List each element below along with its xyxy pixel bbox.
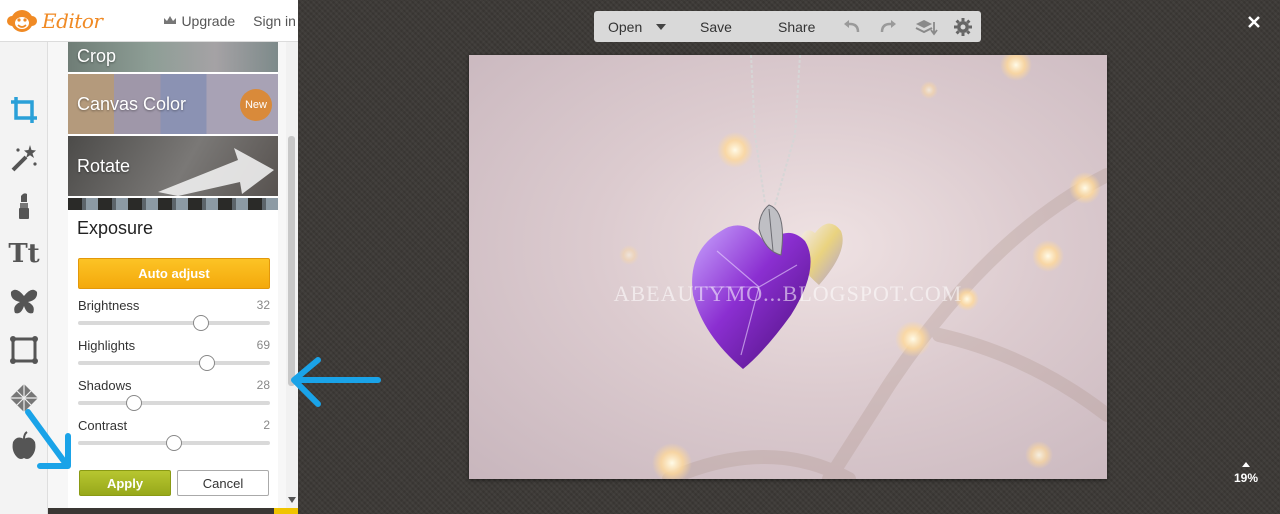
contrast-slider[interactable] — [78, 435, 270, 451]
panel-bottom-accent — [274, 508, 298, 514]
annotation-arrow-left — [25, 409, 71, 469]
effects-tool-button[interactable] — [4, 138, 44, 178]
frame-icon — [10, 336, 38, 364]
shadows-slider[interactable] — [78, 395, 270, 411]
save-button[interactable]: Save — [700, 19, 732, 35]
necklace-photo — [619, 55, 1107, 479]
text-tool-button[interactable]: Tt — [4, 234, 44, 274]
exposure-title: Exposure — [77, 218, 154, 238]
open-button[interactable]: Open — [608, 19, 642, 35]
chevron-up-icon — [1242, 462, 1250, 467]
crop-icon — [11, 97, 37, 123]
crop-tool-button[interactable] — [4, 90, 44, 130]
touch-up-tool-button[interactable] — [4, 186, 44, 226]
frames-tool-button[interactable] — [4, 330, 44, 370]
lipstick-icon — [19, 193, 29, 219]
butterfly-icon — [10, 289, 38, 314]
close-icon[interactable] — [1244, 12, 1264, 32]
cancel-button[interactable]: Cancel — [177, 470, 269, 496]
scrollbar-thumb[interactable] — [288, 136, 295, 386]
slider-value: 28 — [256, 378, 270, 392]
undo-icon[interactable] — [842, 17, 862, 37]
upgrade-link[interactable]: Upgrade — [163, 13, 235, 29]
slider-label: Shadows — [78, 378, 132, 393]
highlights-slider[interactable] — [78, 355, 270, 371]
auto-adjust-button[interactable]: Auto adjust — [78, 258, 270, 289]
apply-button[interactable]: Apply — [79, 470, 171, 496]
new-badge: New — [240, 89, 272, 121]
panel-scrollbar[interactable] — [286, 42, 298, 508]
menu-item-label: Canvas Color — [77, 93, 187, 114]
crown-icon — [164, 16, 177, 24]
monkey-logo-icon — [7, 9, 37, 32]
annotation-arrow-right — [291, 357, 381, 407]
rotate-arrow-graphic — [158, 148, 274, 196]
zoom-control[interactable]: 19% — [1228, 462, 1264, 485]
upgrade-label: Upgrade — [181, 12, 236, 29]
overlays-tool-button[interactable] — [4, 282, 44, 322]
slider-label: Brightness — [78, 298, 140, 313]
photo-watermark: ABEAUTYMO...BLOGSPOT.COM — [613, 281, 963, 306]
brightness-slider-row: Brightness 32 — [78, 298, 270, 338]
highlights-slider-row: Highlights 69 — [78, 338, 270, 378]
slider-thumb[interactable] — [198, 355, 215, 371]
menu-item-exposure-thumbnail — [68, 198, 278, 210]
app-logo[interactable]: Editor — [6, 7, 103, 35]
slider-thumb[interactable] — [166, 435, 182, 451]
app-header: Editor Upgrade Sign in — [0, 0, 298, 42]
brightness-slider[interactable] — [78, 315, 270, 331]
edit-panel-content: Crop Canvas Color New Rotate Exposure Au… — [68, 42, 278, 508]
share-button[interactable]: Share — [778, 19, 815, 35]
text-icon: Tt — [8, 239, 40, 269]
redo-icon[interactable] — [878, 17, 898, 37]
menu-item-rotate[interactable]: Rotate — [68, 136, 278, 196]
zoom-level: 19% — [1233, 471, 1259, 485]
app-title: Editor — [42, 8, 103, 33]
slider-label: Highlights — [78, 338, 136, 353]
photo-canvas[interactable]: ABEAUTYMO...BLOGSPOT.COM — [469, 55, 1107, 479]
slider-value: 69 — [256, 338, 270, 352]
menu-item-label: Rotate — [77, 155, 131, 176]
contrast-slider-row: Contrast 2 — [78, 418, 270, 458]
layers-icon[interactable] — [914, 17, 938, 37]
main-toolbar: Open Save Share — [594, 11, 981, 42]
slider-label: Contrast — [78, 418, 128, 433]
slider-thumb[interactable] — [192, 315, 209, 331]
gear-icon[interactable] — [953, 17, 973, 37]
slider-value: 2 — [263, 418, 270, 432]
scroll-down-arrow-icon[interactable] — [287, 496, 297, 504]
slider-thumb[interactable] — [125, 395, 142, 411]
menu-item-label: Crop — [77, 45, 117, 66]
chevron-down-icon[interactable] — [656, 24, 666, 30]
slider-value: 32 — [256, 298, 270, 312]
menu-item-crop[interactable]: Crop — [68, 42, 278, 72]
signin-link[interactable]: Sign in — [253, 13, 296, 29]
magic-wand-icon — [11, 145, 37, 172]
shadows-slider-row: Shadows 28 — [78, 378, 270, 418]
edit-panel: Crop Canvas Color New Rotate Exposure Au… — [48, 42, 298, 508]
menu-item-canvas-color[interactable]: Canvas Color New — [68, 74, 278, 134]
